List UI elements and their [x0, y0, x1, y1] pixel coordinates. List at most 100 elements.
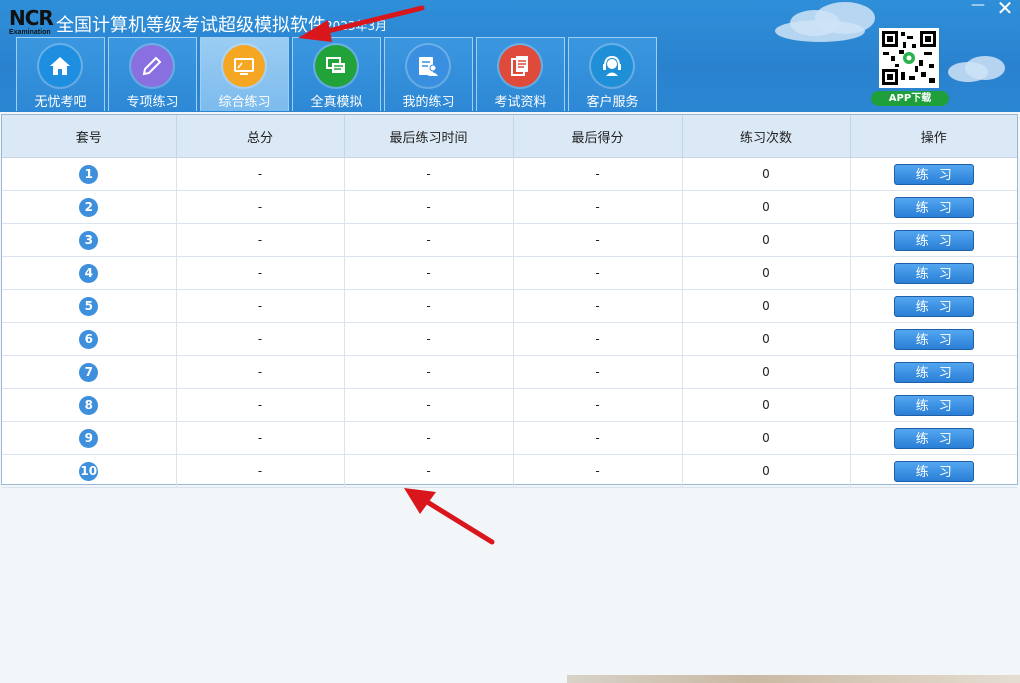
- nav-button-label: 考试资料: [494, 95, 547, 110]
- minimize-button[interactable]: —: [971, 0, 985, 12]
- nav-button-label: 我的练习: [402, 95, 455, 110]
- nav-button-label: 专项练习: [126, 95, 179, 110]
- col-header-set-number: 套号: [2, 115, 177, 158]
- nav-button-2[interactable]: 专项练习: [108, 37, 197, 111]
- cell-practice-count: 0: [682, 421, 851, 455]
- cell-action: 练习: [850, 355, 1017, 389]
- cell-action: 练习: [850, 421, 1017, 455]
- practice-button[interactable]: 练习: [893, 361, 974, 383]
- annotation-arrow-bottom: [404, 488, 495, 545]
- cell-set-number: 4: [2, 256, 177, 290]
- cell-last-time: -: [344, 190, 514, 224]
- cell-practice-count: 0: [682, 355, 851, 389]
- nav-button-3[interactable]: 综合练习: [200, 37, 289, 111]
- practice-button[interactable]: 练习: [893, 196, 974, 218]
- cell-total-score: -: [176, 322, 345, 356]
- cloud-decoration: [775, 20, 865, 42]
- nav-button-label: 全真模拟: [310, 95, 363, 110]
- headset-icon: [591, 45, 633, 87]
- set-number-badge: 1: [79, 164, 99, 184]
- cell-last-time: -: [344, 223, 514, 257]
- nav-button-label: 综合练习: [218, 95, 271, 110]
- nav-button-5[interactable]: 我的练习: [384, 37, 473, 111]
- practice-button[interactable]: 练习: [893, 295, 974, 317]
- practice-button[interactable]: 练习: [893, 460, 974, 482]
- table-row: 6- - -0 练习: [2, 322, 1017, 356]
- cell-total-score: -: [176, 157, 345, 191]
- set-number-badge: 8: [79, 395, 99, 415]
- table-row: 9- - -0 练习: [2, 421, 1017, 455]
- set-number-badge: 9: [79, 428, 99, 448]
- cell-set-number: 8: [2, 388, 177, 422]
- cell-practice-count: 0: [682, 322, 851, 356]
- cell-action: 练习: [850, 289, 1017, 323]
- cell-last-score: -: [513, 355, 683, 389]
- cell-action: 练习: [850, 454, 1017, 488]
- cell-action: 练习: [850, 322, 1017, 356]
- set-number-badge: 7: [79, 362, 99, 382]
- practice-button[interactable]: 练习: [893, 229, 974, 251]
- table-row: 4- - -0 练习: [2, 256, 1017, 290]
- cell-set-number: 7: [2, 355, 177, 389]
- cell-last-score: -: [513, 322, 683, 356]
- chat-icon: [315, 45, 357, 87]
- cell-last-time: -: [344, 322, 514, 356]
- practice-button[interactable]: 练习: [893, 163, 974, 185]
- cell-total-score: -: [176, 454, 345, 488]
- nav-button-7[interactable]: 客户服务: [568, 37, 657, 111]
- cell-set-number: 9: [2, 421, 177, 455]
- cell-total-score: -: [176, 289, 345, 323]
- background-photo-fragment: [567, 675, 1020, 683]
- nav-button-6[interactable]: 考试资料: [476, 37, 565, 111]
- cell-set-number: 1: [2, 157, 177, 191]
- cell-total-score: -: [176, 190, 345, 224]
- cell-last-time: -: [344, 256, 514, 290]
- col-header-action: 操作: [850, 115, 1017, 158]
- set-number-badge: 4: [79, 263, 99, 283]
- cell-last-score: -: [513, 223, 683, 257]
- practice-button[interactable]: 练习: [893, 262, 974, 284]
- app-logo: NCR Examination: [9, 6, 57, 36]
- table-row: 7- - -0 练习: [2, 355, 1017, 389]
- cell-last-score: -: [513, 190, 683, 224]
- cell-last-score: -: [513, 289, 683, 323]
- cell-last-score: -: [513, 421, 683, 455]
- annotation-arrow-top: [298, 5, 425, 42]
- col-header-last-time: 最后练习时间: [344, 115, 514, 158]
- cloud-decoration: [965, 56, 1005, 80]
- cell-set-number: 5: [2, 289, 177, 323]
- cell-last-score: -: [513, 454, 683, 488]
- qr-code-icon: [879, 28, 939, 88]
- cell-last-time: -: [344, 421, 514, 455]
- practice-button[interactable]: 练习: [893, 328, 974, 350]
- monitor-icon: [223, 45, 265, 87]
- cell-set-number: 3: [2, 223, 177, 257]
- col-header-total-score: 总分: [176, 115, 345, 158]
- app-download-badge[interactable]: APP下载: [871, 91, 949, 106]
- cell-practice-count: 0: [682, 157, 851, 191]
- table-header-row: 套号 总分 最后练习时间 最后得分 练习次数 操作: [2, 115, 1017, 158]
- nav-button-label: 客户服务: [586, 95, 639, 110]
- close-button[interactable]: ✕: [996, 0, 1014, 18]
- app-header: NCR Examination 全国计算机等级考试超级模拟软件 2023年3月 …: [0, 0, 1020, 112]
- table-row: 10- - -0 练习: [2, 454, 1017, 488]
- exam-set-table: 套号 总分 最后练习时间 最后得分 练习次数 操作 1- - -0 练习 2- - -0 练习…: [1, 114, 1018, 488]
- cell-total-score: -: [176, 355, 345, 389]
- cell-practice-count: 0: [682, 388, 851, 422]
- practice-button[interactable]: 练习: [893, 394, 974, 416]
- cell-action: 练习: [850, 223, 1017, 257]
- set-number-badge: 2: [79, 197, 99, 217]
- set-number-badge: 10: [79, 461, 99, 481]
- nav-button-label: 无忧考吧: [34, 95, 87, 110]
- cell-total-score: -: [176, 421, 345, 455]
- nav-button-1[interactable]: 无忧考吧: [16, 37, 105, 111]
- pencil-icon: [131, 45, 173, 87]
- cell-set-number: 2: [2, 190, 177, 224]
- nav-button-4[interactable]: 全真模拟: [292, 37, 381, 111]
- col-header-last-score: 最后得分: [513, 115, 683, 158]
- cell-practice-count: 0: [682, 190, 851, 224]
- cell-practice-count: 0: [682, 223, 851, 257]
- cell-action: 练习: [850, 190, 1017, 224]
- practice-button[interactable]: 练习: [893, 427, 974, 449]
- cell-practice-count: 0: [682, 454, 851, 488]
